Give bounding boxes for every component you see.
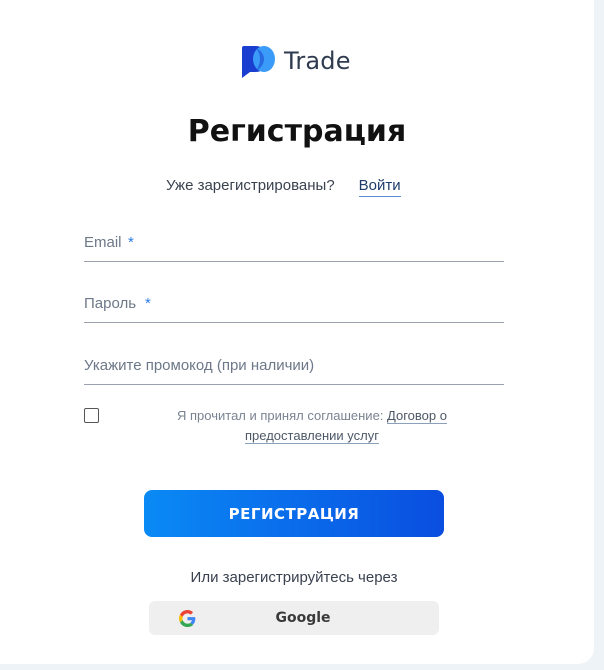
password-field[interactable]: *	[84, 295, 504, 323]
login-prompt-text: Уже зарегистрированы?	[166, 177, 335, 194]
agreement-link-part1[interactable]: Договор о	[387, 408, 447, 424]
registration-panel: Trade Регистрация Уже зарегистрированы? …	[0, 0, 594, 664]
promo-code-input[interactable]	[84, 357, 504, 384]
password-required-mark: *	[145, 295, 151, 312]
social-prompt: Или зарегистрируйтесь через	[190, 569, 398, 586]
google-signup-button[interactable]: Google	[149, 601, 439, 635]
login-link[interactable]: Войти	[358, 177, 401, 197]
agreement-link-part2[interactable]: предоставлении услуг	[245, 428, 379, 444]
email-field[interactable]: *	[84, 234, 504, 262]
agreement-checkbox[interactable]	[84, 408, 99, 423]
brand-logo[interactable]: Trade	[240, 44, 351, 78]
email-required-mark: *	[128, 234, 134, 251]
promo-code-field[interactable]	[84, 357, 504, 385]
google-label: Google	[275, 610, 331, 626]
register-button[interactable]: РЕГИСТРАЦИЯ	[144, 490, 444, 537]
email-input[interactable]	[84, 234, 504, 261]
brand-name: Trade	[284, 47, 351, 75]
agreement-label: Я прочитал и принял соглашение:	[177, 408, 384, 423]
page-title: Регистрация	[187, 114, 407, 149]
agreement-text: Я прочитал и принял соглашение: Договор …	[154, 406, 470, 446]
login-prompt: Уже зарегистрированы? Войти	[166, 177, 401, 197]
chat-bubble-logo-icon	[240, 44, 278, 78]
